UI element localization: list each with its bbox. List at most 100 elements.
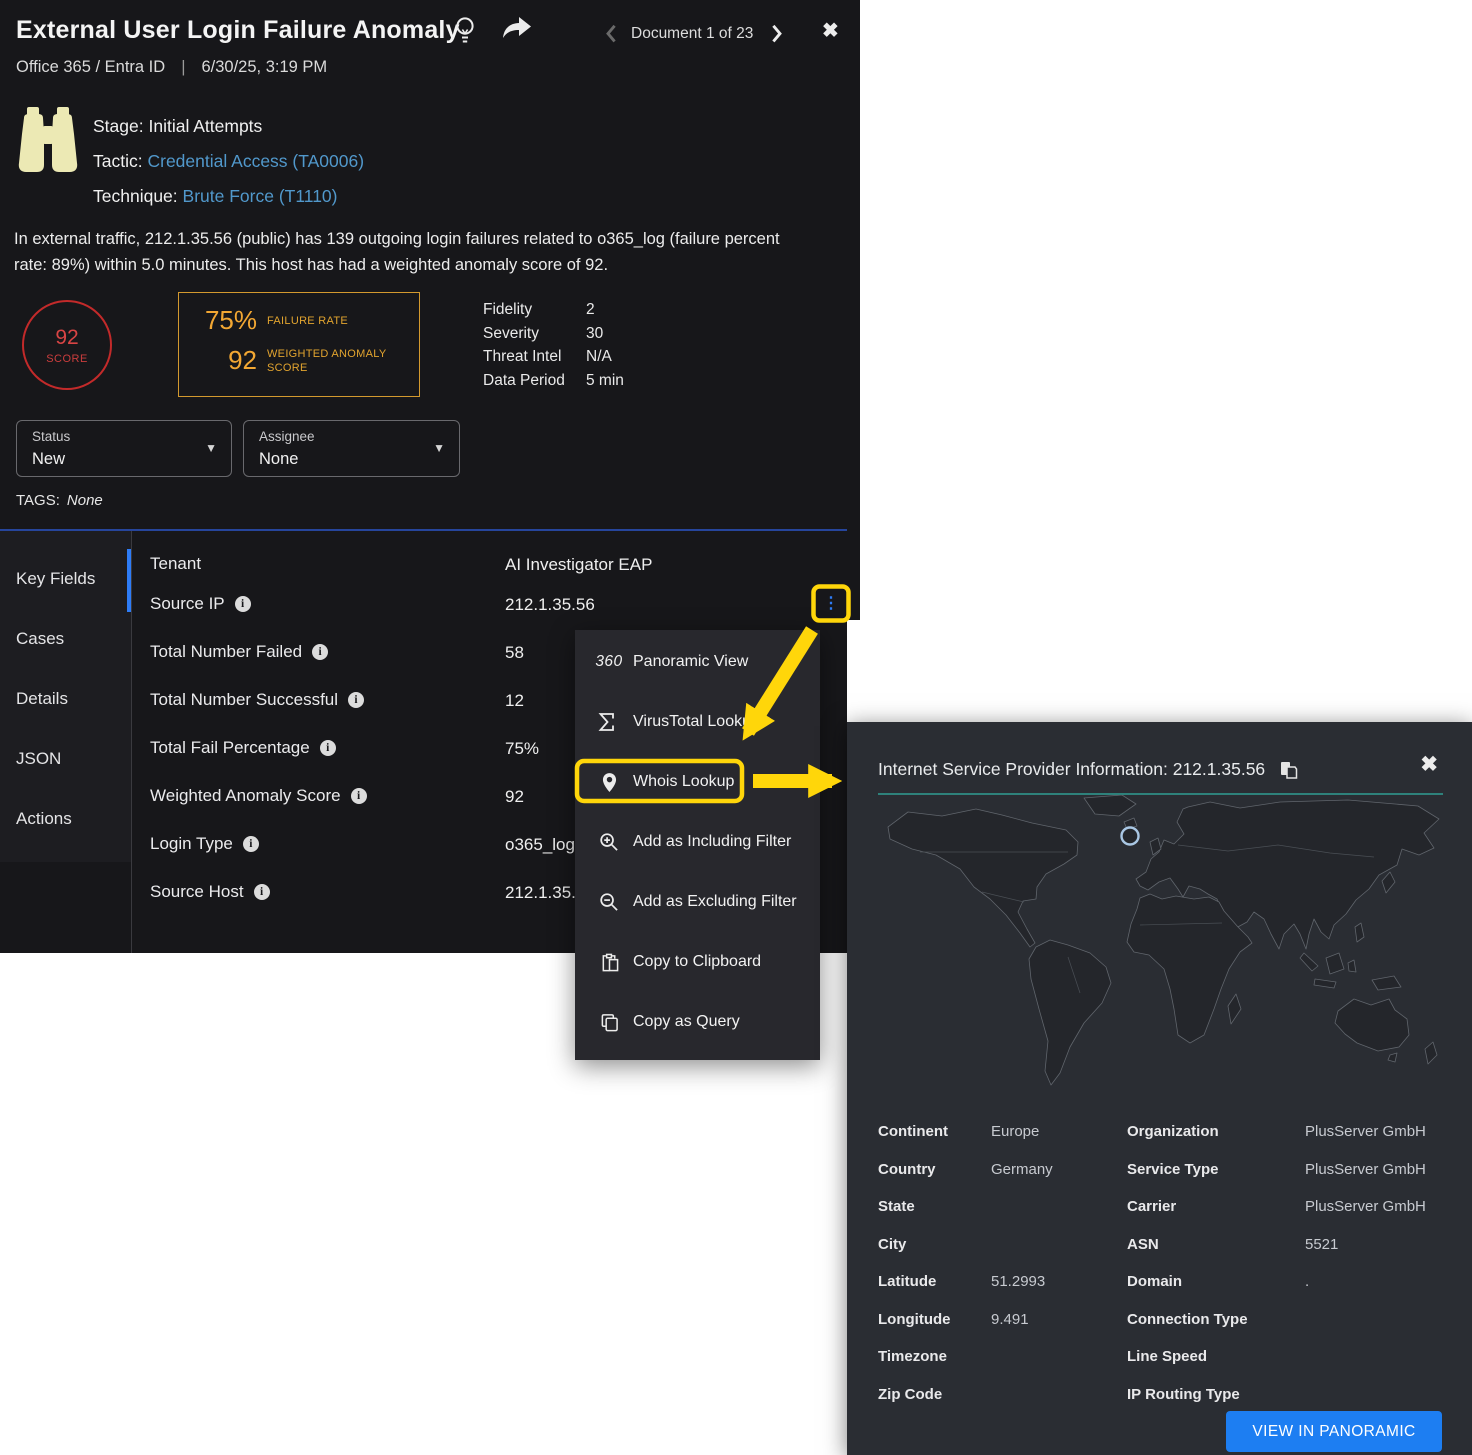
isp-label: Zip Code xyxy=(878,1386,991,1403)
caret-down-icon: ▼ xyxy=(205,441,217,455)
table-row: TenantAI Investigator EAP xyxy=(150,554,847,580)
anomaly-description: In external traffic, 212.1.35.56 (public… xyxy=(14,226,814,278)
field-label: Tenant xyxy=(150,554,201,574)
menu-item-add-as-excluding-filter[interactable]: Add as Excluding Filter xyxy=(575,872,820,932)
page-title: External User Login Failure Anomaly xyxy=(16,16,460,45)
mitre-stage: Stage: Initial Attempts xyxy=(93,116,262,137)
isp-label: Organization xyxy=(1127,1123,1305,1140)
map-madagascar xyxy=(1228,994,1241,1024)
map-tasmania xyxy=(1388,1053,1397,1062)
close-icon[interactable]: ✖ xyxy=(822,18,839,43)
status-label: Status xyxy=(32,429,70,444)
field-label: Total Fail Percentagei xyxy=(150,738,336,758)
info-icon[interactable]: i xyxy=(235,596,251,612)
stat-value: N/A xyxy=(586,348,624,372)
field-value: 58 xyxy=(505,643,524,663)
map-japan xyxy=(1382,872,1395,893)
view-in-panoramic-button[interactable]: VIEW IN PANORAMIC xyxy=(1226,1411,1442,1452)
tab-key-fields[interactable]: Key Fields xyxy=(16,569,124,593)
menu-item-copy-as-query[interactable]: Copy as Query xyxy=(575,992,820,1052)
tactic-link[interactable]: Credential Access (TA0006) xyxy=(147,151,364,171)
menu-item-copy-to-clipboard[interactable]: Copy to Clipboard xyxy=(575,932,820,992)
info-icon[interactable]: i xyxy=(254,884,270,900)
lightbulb-icon[interactable] xyxy=(452,16,478,46)
tab-json[interactable]: JSON xyxy=(16,749,124,773)
map-greenland xyxy=(1084,795,1136,816)
status-value: New xyxy=(32,450,65,469)
field-value: o365_log xyxy=(505,835,575,855)
menu-item-virustotal-lookup[interactable]: VirusTotal Lookup xyxy=(575,692,820,752)
close-icon[interactable]: ✖ xyxy=(1420,752,1438,777)
datasource-label: Office 365 / Entra ID xyxy=(16,58,165,77)
menu-item-whois-lookup[interactable]: Whois Lookup xyxy=(575,752,820,812)
tab-details[interactable]: Details xyxy=(16,689,124,713)
isp-label: City xyxy=(878,1236,991,1253)
isp-label: State xyxy=(878,1198,991,1215)
technique-link[interactable]: Brute Force (T1110) xyxy=(183,186,338,206)
field-value: 12 xyxy=(505,691,524,711)
zoom-out-icon xyxy=(595,890,623,914)
info-icon[interactable]: i xyxy=(348,692,364,708)
field-label: Source IPi xyxy=(150,594,251,614)
separator: | xyxy=(181,58,185,77)
popup-title: Internet Service Provider Information: 2… xyxy=(878,759,1265,780)
isp-label: Connection Type xyxy=(1127,1311,1305,1328)
map-new-zealand xyxy=(1425,1042,1437,1064)
map-java xyxy=(1314,979,1336,988)
isp-info-table: ContinentEuropeOrganizationPlusServer Gm… xyxy=(878,1113,1443,1413)
field-label: Source Hosti xyxy=(150,882,270,902)
field-value: 92 xyxy=(505,787,524,807)
assignee-dropdown[interactable]: Assignee None ▼ xyxy=(243,420,460,477)
field-label: Total Number Failedi xyxy=(150,642,328,662)
menu-item-label: Add as Including Filter xyxy=(633,833,791,851)
isp-label: Carrier xyxy=(1127,1198,1305,1215)
isp-label: Line Speed xyxy=(1127,1348,1305,1365)
vertical-divider xyxy=(131,531,132,953)
info-icon[interactable]: i xyxy=(351,788,367,804)
chevron-right-icon[interactable] xyxy=(771,24,783,44)
binoculars-icon xyxy=(18,106,78,174)
field-value: 212.1.35.56 xyxy=(505,595,595,615)
failure-rate-value: 75% xyxy=(199,305,257,336)
tab-actions[interactable]: Actions xyxy=(16,809,124,833)
world-map xyxy=(878,793,1443,1100)
isp-label: Service Type xyxy=(1127,1161,1305,1178)
stat-value: 2 xyxy=(586,301,624,325)
map-sulawesi xyxy=(1348,960,1356,972)
isp-label: Latitude xyxy=(878,1273,991,1290)
tab-cases[interactable]: Cases xyxy=(16,629,124,653)
whois-popup: Internet Service Provider Information: 2… xyxy=(847,722,1472,1455)
tags-row: TAGS:None xyxy=(16,492,103,509)
breadcrumb: Office 365 / Entra ID | 6/30/25, 3:19 PM xyxy=(16,58,327,77)
copy-pages-icon xyxy=(595,1010,623,1034)
copy-ip-icon[interactable] xyxy=(1279,760,1299,780)
score-value: 92 xyxy=(55,326,78,350)
caret-down-icon: ▼ xyxy=(433,441,445,455)
field-value: 75% xyxy=(505,739,539,759)
panoramic-360-text: 360 xyxy=(595,653,622,671)
tactic-label: Tactic: xyxy=(93,151,143,171)
isp-value: 9.491 xyxy=(991,1311,1127,1328)
info-icon[interactable]: i xyxy=(243,836,259,852)
info-icon[interactable]: i xyxy=(312,644,328,660)
stat-label: Threat Intel xyxy=(483,348,586,372)
menu-item-add-as-including-filter[interactable]: Add as Including Filter xyxy=(575,812,820,872)
detail-tabs-sidebar: Key Fields Cases Details JSON Actions xyxy=(0,531,131,862)
isp-value: PlusServer GmbH xyxy=(1305,1198,1443,1215)
weighted-anomaly-value: 92 xyxy=(199,345,257,376)
stage-label: Stage: xyxy=(93,116,144,136)
table-row: Source IPi 212.1.35.56 ⋮ xyxy=(150,594,847,620)
map-new-guinea xyxy=(1372,976,1401,990)
kebab-menu-icon[interactable]: ⋮ xyxy=(818,591,844,618)
metrics-box: 75% FAILURE RATE 92 WEIGHTED ANOMALY SCO… xyxy=(178,292,420,397)
geo-marker xyxy=(1122,828,1139,845)
info-icon[interactable]: i xyxy=(320,740,336,756)
chevron-left-icon[interactable] xyxy=(605,24,617,44)
isp-label: Longitude xyxy=(878,1311,991,1328)
isp-label: Continent xyxy=(878,1123,991,1140)
map-sumatra xyxy=(1300,953,1318,971)
menu-item-label: Copy to Clipboard xyxy=(633,953,761,971)
share-forward-icon[interactable] xyxy=(502,16,532,40)
menu-item-panoramic-view[interactable]: 360Panoramic View xyxy=(575,632,820,692)
status-dropdown[interactable]: Status New ▼ xyxy=(16,420,232,477)
